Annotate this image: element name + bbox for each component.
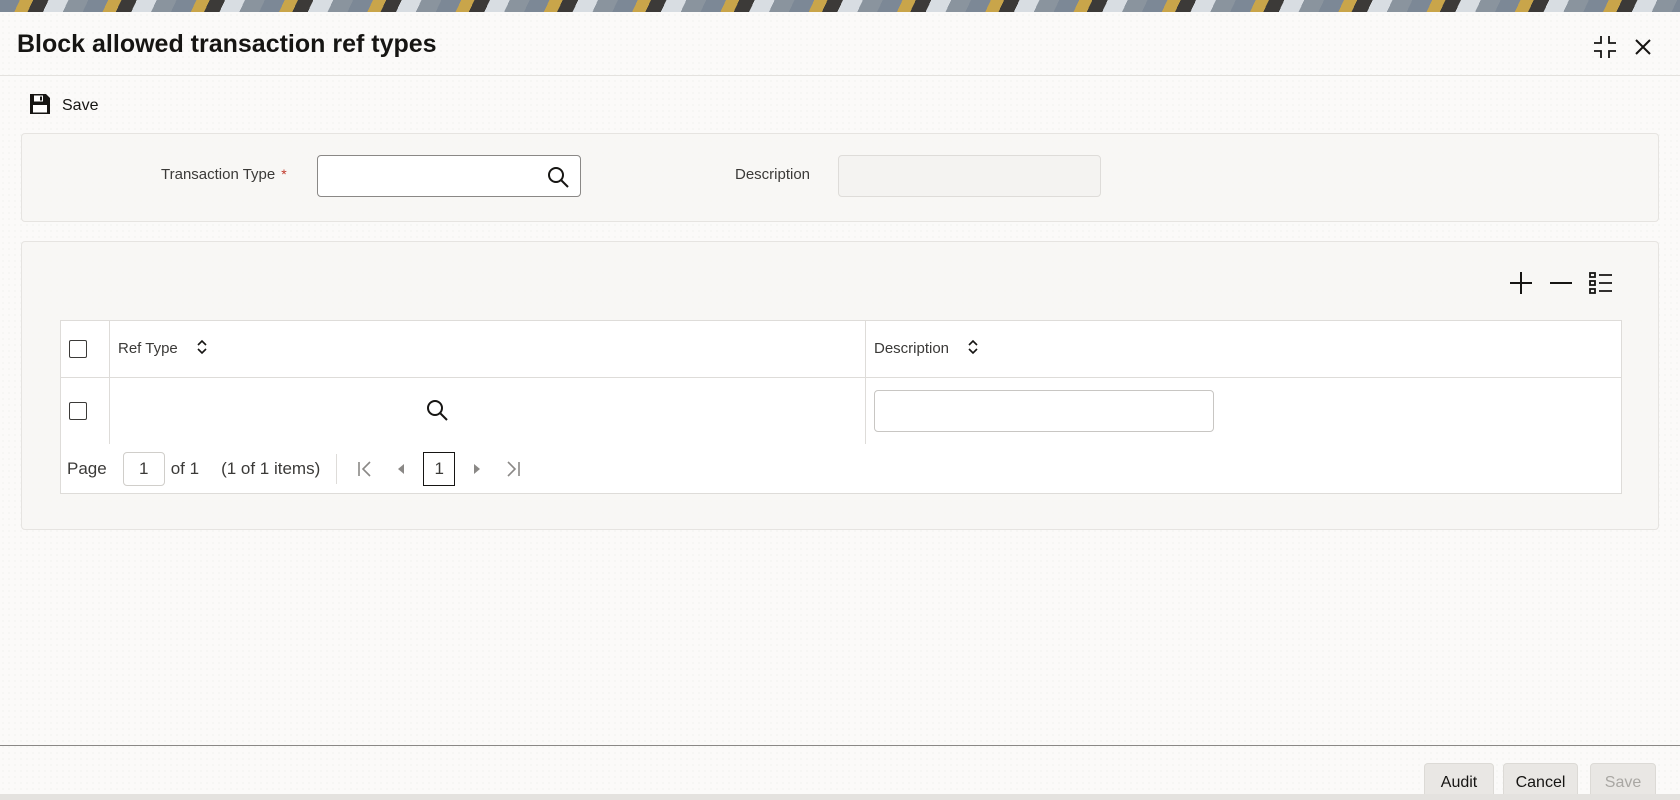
row-description-input[interactable] (874, 390, 1214, 432)
column-label-ref-type: Ref Type (118, 339, 178, 357)
page-number-input[interactable]: 1 (122, 451, 165, 486)
table-row (60, 377, 1622, 445)
row-checkbox[interactable] (69, 401, 87, 420)
next-page-icon[interactable] (459, 452, 495, 486)
page-of-label: of 1 (170, 458, 200, 478)
sort-icon[interactable] (967, 339, 979, 359)
select-all-checkbox[interactable] (69, 340, 87, 359)
description-cell (865, 377, 1622, 445)
transaction-type-input[interactable] (317, 155, 581, 197)
page-title: Block allowed transaction ref types (17, 30, 437, 58)
collapse-icon[interactable] (1590, 32, 1620, 62)
column-header-description[interactable]: Description (865, 320, 1622, 378)
dialog: Block allowed transaction ref types Save (0, 12, 1680, 800)
minus-icon[interactable] (1546, 268, 1576, 298)
save-toolbar-button[interactable]: Save (28, 92, 98, 120)
plus-icon[interactable] (1506, 268, 1536, 298)
column-header-ref-type[interactable]: Ref Type (109, 320, 866, 378)
page-label: Page (67, 458, 107, 478)
last-page-icon[interactable] (495, 452, 531, 486)
column-label-description: Description (874, 339, 950, 357)
sort-icon[interactable] (196, 339, 208, 359)
description-field (838, 155, 1101, 197)
banner-strip (0, 0, 1680, 12)
ref-type-cell[interactable] (109, 377, 866, 445)
row-select-cell (60, 377, 110, 445)
ref-types-table: Ref Type Description (60, 320, 1622, 445)
save-toolbar-label: Save (62, 97, 99, 114)
pagination: Page 1 of 1 (1 of 1 items) 1 (60, 444, 1622, 494)
list-icon[interactable] (1586, 268, 1616, 298)
bottom-strip (0, 794, 1680, 800)
table-header-row: Ref Type Description (60, 320, 1622, 378)
save-icon (28, 92, 52, 121)
prev-page-icon[interactable] (383, 452, 419, 486)
transaction-type-label: Transaction Type * (161, 166, 287, 183)
close-icon[interactable] (1628, 32, 1658, 62)
current-page-button[interactable]: 1 (423, 451, 456, 486)
form-panel: Transaction Type * Description (21, 133, 1659, 222)
search-icon[interactable] (546, 165, 570, 189)
transaction-type-label-text: Transaction Type (161, 166, 276, 183)
grid-panel: Ref Type Description Page 1 of 1 (1 of 1… (21, 241, 1659, 530)
description-label: Description (735, 166, 811, 183)
items-count: (1 of 1 items) (221, 458, 321, 478)
first-page-icon[interactable] (347, 452, 383, 486)
footer: Audit Cancel Save (0, 745, 1680, 800)
pager-divider (336, 453, 338, 484)
grid-toolbar (1506, 268, 1616, 298)
title-bar: Block allowed transaction ref types (0, 12, 1680, 76)
required-marker: * (281, 166, 287, 182)
select-all-cell (60, 320, 110, 378)
search-icon[interactable] (425, 398, 449, 427)
